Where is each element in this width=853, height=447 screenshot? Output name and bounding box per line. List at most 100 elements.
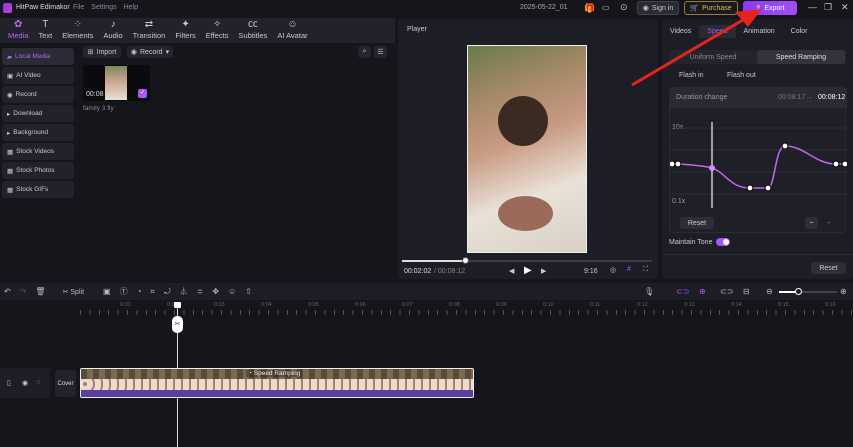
search-icon[interactable]: ⌕ xyxy=(358,46,371,58)
reset-all-button[interactable]: Reset xyxy=(811,262,846,274)
divider xyxy=(662,254,853,255)
speed-icon: ◔ xyxy=(248,370,252,377)
prev-frame-icon[interactable]: ◀ xyxy=(509,267,514,275)
menu-file[interactable]: File xyxy=(73,4,84,11)
tab-ai-avatar[interactable]: ☺ AI Avatar xyxy=(272,18,312,43)
feedback-icon[interactable]: ▭ xyxy=(602,3,610,12)
sidebar-item-record[interactable]: ◉ Record xyxy=(2,86,74,103)
gift-icon[interactable]: 🎁 xyxy=(584,3,595,14)
microphone-icon[interactable]: 🎙 xyxy=(644,287,654,296)
tab-filters[interactable]: ✦ Filters xyxy=(170,18,200,43)
properties-panel: Videos Speed Animation Color Uniform Speed … xyxy=(662,19,853,279)
freeze-icon[interactable]: ✥ xyxy=(212,287,219,296)
tab-animation[interactable]: Animation xyxy=(736,25,783,38)
tab-effects[interactable]: ✧ Effects xyxy=(201,18,234,43)
import-button[interactable]: ⊞ Import xyxy=(83,46,121,58)
add-point-button[interactable]: + xyxy=(822,217,835,229)
mute-icon[interactable]: ◌ xyxy=(36,379,40,386)
sidebar-item-stock-videos[interactable]: ▦ Stock Videos xyxy=(2,143,74,160)
tab-videos[interactable]: Videos xyxy=(662,25,699,38)
tab-color[interactable]: Color xyxy=(783,25,816,38)
record-dropdown[interactable]: ◉ Record ▾ xyxy=(127,46,173,58)
preset-flash-out[interactable]: Flash out xyxy=(727,72,756,79)
visibility-icon[interactable]: ◉ xyxy=(22,379,28,387)
zoom-in-icon[interactable]: ⊕ xyxy=(840,287,847,296)
project-name: 2025-05-22_01 xyxy=(520,4,568,11)
minimize-icon[interactable]: — xyxy=(808,2,817,12)
magnet-icon[interactable]: ⊕ xyxy=(699,287,706,296)
split-scissors-icon[interactable]: ✂ xyxy=(172,316,183,333)
tab-subtitles[interactable]: ㏄ Subtitles xyxy=(234,18,273,43)
speed-curve[interactable] xyxy=(670,108,847,218)
sidebar-item-ai-video[interactable]: ▣ AI Video xyxy=(2,67,74,84)
sort-icon[interactable]: ☰ xyxy=(374,46,387,58)
redo-icon[interactable]: ↷ xyxy=(20,287,27,296)
zoom-slider[interactable] xyxy=(779,288,837,295)
current-time: 00:02:02 xyxy=(404,268,432,275)
checkbox-checked-icon[interactable]: ✓ xyxy=(138,89,147,98)
media-clip-thumbnail[interactable]: 00:08 ✓ xyxy=(83,65,150,101)
tab-transition[interactable]: ⇄ Transition xyxy=(128,18,171,43)
play-icon[interactable]: ▶ xyxy=(524,265,532,276)
speed-ramping-tab[interactable]: Speed Ramping xyxy=(757,50,845,64)
sidebar-item-stock-gifs[interactable]: ▦ Stock GIFs xyxy=(2,181,74,198)
purchase-button[interactable]: 🛒 Purchase xyxy=(684,1,738,15)
timeline-video-clip[interactable]: ◔ Speed Ramping xyxy=(80,368,474,398)
sidebar-item-stock-photos[interactable]: ▦ Stock Photos xyxy=(2,162,74,179)
export-frame-icon[interactable]: ⇧ xyxy=(245,287,252,296)
chevron-down-icon: ▾ xyxy=(165,49,170,56)
remove-point-button[interactable]: − xyxy=(805,217,818,229)
aspect-ratio-dropdown[interactable]: 9:16 xyxy=(584,268,598,275)
delete-icon[interactable]: 🗑 xyxy=(35,287,45,296)
preset-flash-in[interactable]: Flash in xyxy=(679,72,704,79)
export-button[interactable]: ⇪ Export xyxy=(743,1,797,15)
menu-help[interactable]: Help xyxy=(124,4,138,11)
player-scrubber[interactable] xyxy=(402,257,652,264)
rotate-icon[interactable]: ⤾ xyxy=(164,287,171,297)
title-bar: HitPaw Edimakor File Settings Help 🎁 ▭ ⊙ ◉… xyxy=(0,0,853,17)
sidebar-item-local-media[interactable]: ▰ Local Media xyxy=(2,48,74,65)
zoom-out-icon[interactable]: ⊖ xyxy=(766,287,773,296)
speed-icon[interactable]: ◔ xyxy=(137,287,142,296)
ruler-tick-label: 0:01 xyxy=(120,302,131,308)
maintain-tone-toggle[interactable] xyxy=(716,238,730,246)
tab-text[interactable]: T Text xyxy=(33,18,57,43)
fit-icon[interactable]: ⊟ xyxy=(743,287,750,296)
mask-icon[interactable]: ▣ xyxy=(103,287,111,296)
curve-reset-button[interactable]: Reset xyxy=(680,217,714,229)
link-icon[interactable]: ⊂⊃ xyxy=(676,287,689,296)
snapshot-icon[interactable]: ◎ xyxy=(610,266,616,274)
timeline-ruler[interactable]: 0:01 0:02 0:03 0:04 0:05 0:06 0:07 0:08 0:09 0:10… xyxy=(80,300,853,318)
tab-speed[interactable]: Speed xyxy=(699,25,736,38)
mirror-icon[interactable]: ⏃ xyxy=(180,286,188,297)
snap-icon[interactable]: ⊂⊃ xyxy=(720,287,733,296)
sidebar-item-background[interactable]: ▸ Background xyxy=(2,124,74,141)
text-tool-icon[interactable]: Ⓣ xyxy=(120,286,128,297)
clip-audio-track xyxy=(81,390,473,397)
close-icon[interactable]: ✕ xyxy=(841,2,849,13)
lock-icon[interactable]: ▯ xyxy=(7,379,11,387)
sign-in-button[interactable]: ◉ Sign in xyxy=(637,1,679,15)
next-frame-icon[interactable]: ▶ xyxy=(541,267,546,275)
cart-icon: 🛒 xyxy=(690,5,700,12)
sidebar-item-download[interactable]: ▸ Download xyxy=(2,105,74,122)
uniform-speed-tab[interactable]: Uniform Speed xyxy=(669,50,757,64)
menu-settings[interactable]: Settings xyxy=(91,4,116,11)
clip-name: family 3 fly xyxy=(83,105,114,112)
video-preview[interactable] xyxy=(467,45,587,253)
download-icon[interactable]: ⊙ xyxy=(620,2,628,13)
total-time: / 00:08:12 xyxy=(434,268,466,275)
adjust-icon[interactable]: ≑ xyxy=(197,287,204,296)
grid-icon[interactable]: # xyxy=(627,266,631,273)
restore-icon[interactable]: ❐ xyxy=(824,2,832,13)
tab-elements[interactable]: ⁘ Elements xyxy=(57,18,98,43)
tab-audio[interactable]: ♪ Audio xyxy=(98,18,127,43)
track-header: ▯ ◉ ◌ xyxy=(0,368,50,398)
fullscreen-icon[interactable]: ⛶ xyxy=(643,266,648,274)
cover-button[interactable]: Cover xyxy=(55,370,76,397)
crop-icon[interactable]: ⌗ xyxy=(150,287,155,297)
split-button[interactable]: ✂ Split xyxy=(63,288,84,296)
tab-media[interactable]: ✿ Media xyxy=(3,18,33,43)
undo-icon[interactable]: ↶ xyxy=(4,287,11,296)
voice-icon[interactable]: ☺ xyxy=(228,287,236,296)
